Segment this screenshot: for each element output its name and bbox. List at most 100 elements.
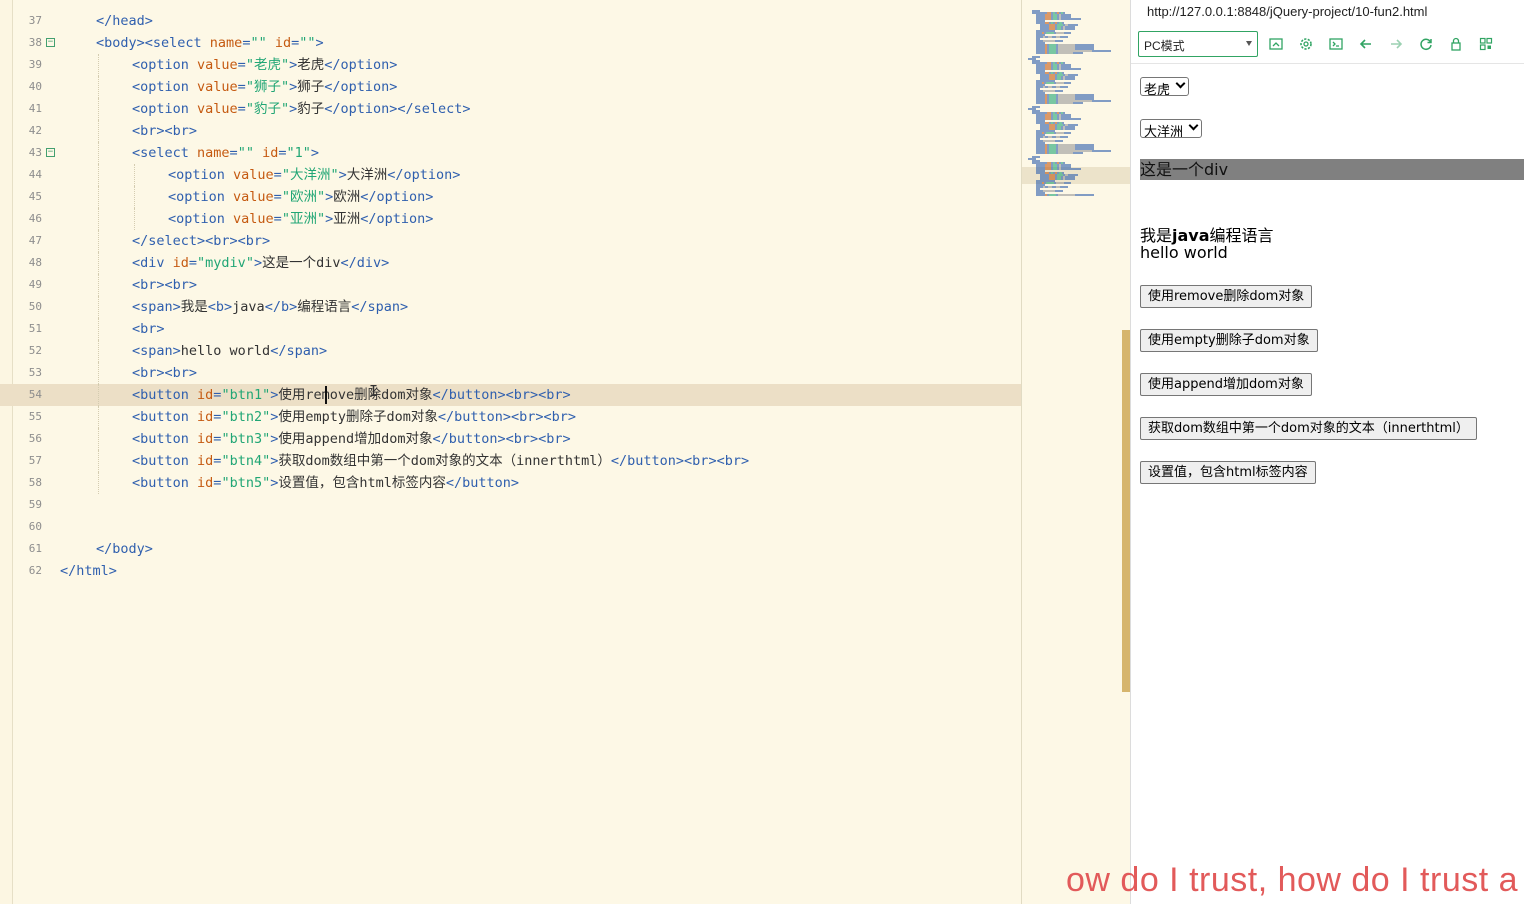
code-line[interactable]: 41 <option value="豹子">豹子</option></select… — [0, 98, 1021, 120]
line-number: 49 — [28, 278, 42, 291]
code-text: </head> — [96, 10, 153, 32]
get-innerhtml-button[interactable]: 获取dom数组中第一个dom对象的文本（innerthtml） — [1140, 417, 1477, 440]
line-number: 59 — [28, 498, 42, 511]
indent-guide — [98, 142, 99, 164]
code-token: </option> — [387, 167, 461, 183]
back-icon[interactable] — [1358, 36, 1374, 52]
line-number: 39 — [28, 58, 42, 71]
code-token: "老虎" — [245, 57, 290, 73]
code-line[interactable]: 44 <option value="大洋洲">大洋洲</option> — [0, 164, 1021, 186]
code-token: value — [197, 79, 238, 95]
minimap-segment — [1073, 102, 1083, 104]
code-line[interactable]: 45 <option value="欧洲">欧洲</option> — [0, 186, 1021, 208]
remove-dom-button[interactable]: 使用remove删除dom对象 — [1140, 285, 1313, 308]
code-line[interactable]: 60 — [0, 516, 1021, 538]
code-line[interactable]: 43− <select name="" id="1"> — [0, 142, 1021, 164]
url-bar[interactable]: http://127.0.0.1:8848/jQuery-project/10-… — [1131, 0, 1524, 27]
code-line[interactable]: 51 <br> — [0, 318, 1021, 340]
append-dom-button[interactable]: 使用append增加dom对象 — [1140, 373, 1312, 396]
line-number: 38 — [28, 36, 42, 49]
minimap-segment — [1065, 178, 1075, 180]
animal-select[interactable]: 老虎 — [1140, 77, 1190, 98]
minimap-segment — [1056, 182, 1064, 184]
code-token: = — [229, 145, 238, 161]
indent-guide — [98, 362, 99, 384]
screenshot-icon[interactable] — [1268, 36, 1284, 52]
code-text: <button id="btn4">获取dom数组中第一个dom对象的文本（in… — [132, 450, 749, 472]
line-number: 37 — [28, 14, 42, 27]
code-line[interactable]: 54 <button id="btn1">使用remove删除dom对象</but… — [0, 384, 1021, 406]
code-editor[interactable]: 37 </head> 38− <body><select name="" id="">… — [0, 0, 1130, 904]
code-token: <button — [132, 431, 198, 447]
lock-icon[interactable] — [1448, 36, 1464, 52]
code-token: value — [233, 211, 274, 227]
line-number: 55 — [28, 410, 42, 423]
code-token: > — [325, 211, 334, 227]
code-line[interactable]: 56 <button id="btn3">使用append增加dom对象</but… — [0, 428, 1021, 450]
code-line[interactable]: 42 <br><br> — [0, 120, 1021, 142]
code-token: id — [274, 35, 292, 51]
device-mode-select[interactable]: PC模式 — [1138, 31, 1258, 57]
code-line[interactable]: 53 <br><br> — [0, 362, 1021, 384]
code-token: <option — [168, 189, 234, 205]
code-token: "btn1" — [221, 387, 271, 403]
code-token: 设置值，包含html标签内容 — [278, 475, 446, 491]
minimap-segment — [1064, 82, 1071, 84]
code-line[interactable]: 57 <button id="btn4">获取dom数组中第一个dom对象的文本（… — [0, 450, 1021, 472]
code-token: = — [273, 167, 282, 183]
code-text: <option value="大洋洲">大洋洲</option> — [168, 164, 460, 186]
rendered-page: 老虎 大洋洲 这是一个div 我是java编程语言 hello world 使用… — [1131, 65, 1524, 904]
code-line[interactable]: 58 <button id="btn5">设置值，包含html标签内容</butt… — [0, 472, 1021, 494]
code-line[interactable]: 48 <div id="mydiv">这是一个div</div> — [0, 252, 1021, 274]
code-token: > — [315, 35, 324, 51]
minimap-segment — [1055, 40, 1063, 42]
code-line[interactable]: 37 </head> — [0, 10, 1021, 32]
code-token: id — [197, 475, 214, 491]
code-line[interactable]: 39 <option value="老虎">老虎</option> — [0, 54, 1021, 76]
code-line[interactable]: 55 <button id="btn2">使用empty删除子dom对象</but… — [0, 406, 1021, 428]
forward-icon[interactable] — [1388, 36, 1404, 52]
console-icon[interactable] — [1328, 36, 1344, 52]
minimap-segment — [1036, 102, 1045, 104]
code-line[interactable]: 46 <option value="亚洲">亚洲</option> — [0, 208, 1021, 230]
code-line[interactable]: 61 </body> — [0, 538, 1021, 560]
chevron-down-icon — [1188, 120, 1199, 131]
code-token: <br><br> — [132, 123, 198, 139]
code-token: </button><br><br> — [610, 453, 750, 469]
empty-dom-button[interactable]: 使用empty删除子dom对象 — [1140, 329, 1318, 352]
code-line[interactable]: 62 </html> — [0, 560, 1021, 582]
settings-icon[interactable] — [1298, 36, 1314, 52]
fold-toggle-icon[interactable]: − — [46, 148, 55, 157]
code-token: </b> — [264, 299, 298, 315]
code-token: "欧洲" — [281, 189, 326, 205]
code-token: > — [289, 57, 298, 73]
set-html-button[interactable]: 设置值，包含html标签内容 — [1140, 461, 1316, 484]
minimap[interactable] — [1021, 0, 1130, 904]
code-token: = — [273, 211, 282, 227]
code-token: > — [289, 101, 298, 117]
code-line[interactable]: 47 </select><br><br> — [0, 230, 1021, 252]
code-token: </option> — [324, 79, 398, 95]
code-token: 欧洲 — [333, 189, 361, 205]
code-token: </button><br><br> — [432, 431, 571, 447]
code-text: <option value="老虎">老虎</option> — [132, 54, 397, 76]
code-token: "mydiv" — [197, 255, 254, 271]
code-text: </select><br><br> — [132, 230, 270, 252]
code-token: value — [233, 167, 274, 183]
code-line[interactable]: 49 <br><br> — [0, 274, 1021, 296]
code-token: </option> — [360, 211, 434, 227]
minimap-segment — [1036, 52, 1045, 54]
editor-scrollbar-thumb[interactable] — [1122, 330, 1130, 692]
code-text: <option value="欧洲">欧洲</option> — [168, 186, 433, 208]
code-line[interactable]: 40 <option value="狮子">狮子</option> — [0, 76, 1021, 98]
line-number: 54 — [28, 388, 42, 401]
fold-toggle-icon[interactable]: − — [46, 38, 55, 47]
qrcode-icon[interactable] — [1478, 36, 1494, 52]
continent-select[interactable]: 大洋洲 — [1140, 119, 1203, 140]
refresh-icon[interactable] — [1418, 36, 1434, 52]
code-line[interactable]: 50 <span>我是<b>java</b>编程语言</span> — [0, 296, 1021, 318]
code-token: 亚洲 — [333, 211, 361, 227]
code-line[interactable]: 52 <span>hello world</span> — [0, 340, 1021, 362]
code-line[interactable]: 59 — [0, 494, 1021, 516]
code-line[interactable]: 38− <body><select name="" id=""> — [0, 32, 1021, 54]
